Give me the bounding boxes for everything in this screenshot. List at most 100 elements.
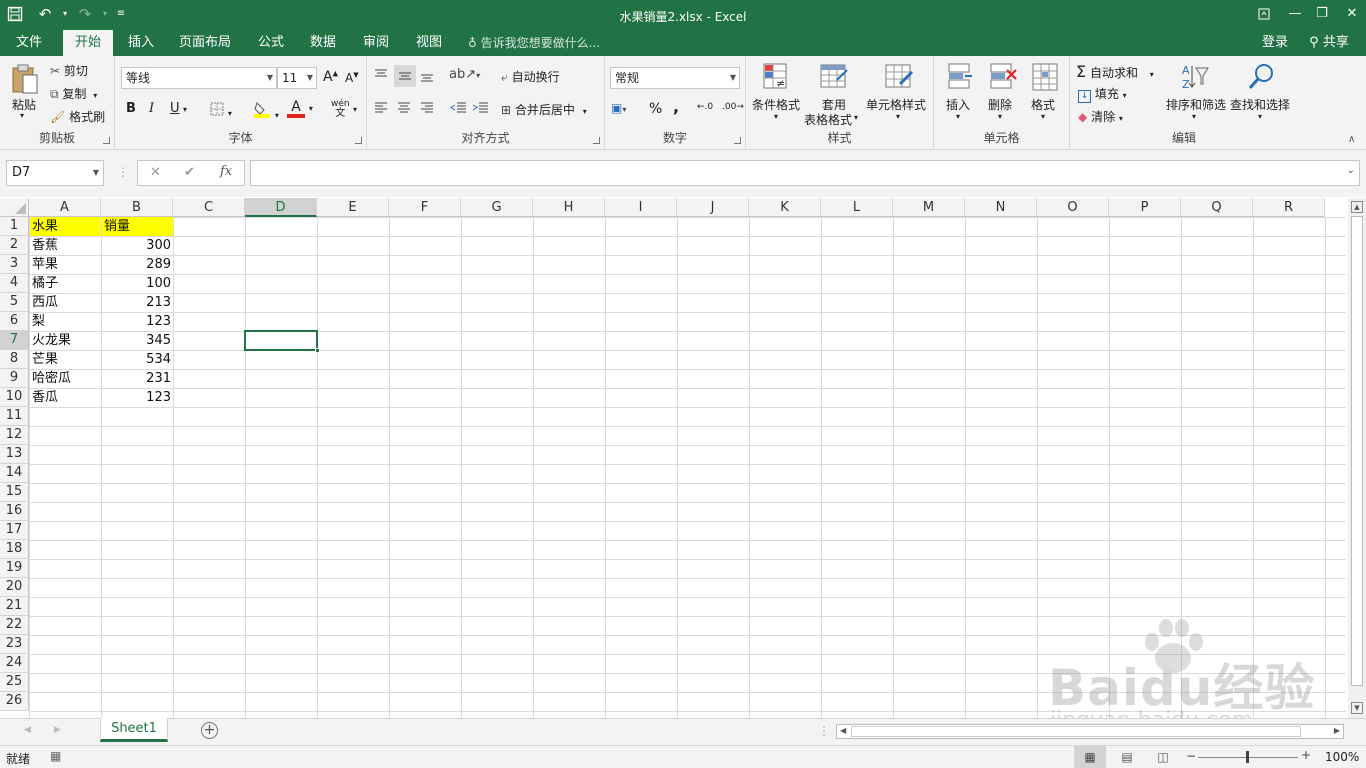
sheet-tab-sheet1[interactable]: Sheet1 — [100, 718, 168, 742]
alignment-launcher-icon[interactable] — [593, 137, 600, 144]
tab-insert[interactable]: 插入 — [117, 30, 165, 56]
font-size-select[interactable]: 11 ▼ — [277, 67, 317, 89]
column-header-c[interactable]: C — [173, 198, 245, 217]
row-header-8[interactable]: 8 — [0, 350, 29, 369]
conditional-format-button[interactable]: ≠ 条件格式 ▾ — [750, 62, 802, 126]
column-header-j[interactable]: J — [677, 198, 749, 217]
prev-sheet-icon[interactable]: ◀ — [24, 725, 31, 735]
row-header-5[interactable]: 5 — [0, 293, 29, 312]
row-header-14[interactable]: 14 — [0, 464, 29, 483]
sort-filter-button[interactable]: AZ 排序和筛选 ▾ — [1166, 62, 1226, 126]
row-header-20[interactable]: 20 — [0, 578, 29, 597]
vertical-scrollbar[interactable]: ▲ ▼ — [1348, 198, 1366, 718]
cell-b5[interactable]: 213 — [102, 293, 173, 312]
cell-b4[interactable]: 100 — [102, 274, 173, 293]
horizontal-scroll-thumb[interactable] — [851, 726, 1301, 737]
underline-button[interactable]: U — [170, 101, 180, 116]
enter-icon[interactable]: ✔ — [184, 165, 195, 180]
column-header-f[interactable]: F — [389, 198, 461, 217]
column-header-o[interactable]: O — [1037, 198, 1109, 217]
italic-button[interactable]: I — [149, 101, 154, 116]
row-header-19[interactable]: 19 — [0, 559, 29, 578]
decrease-font-icon[interactable]: A▼ — [345, 71, 359, 85]
page-layout-view-icon[interactable]: ▤ — [1114, 746, 1140, 768]
tab-data[interactable]: 数据 — [300, 30, 346, 56]
increase-decimal-icon[interactable]: ←.0 — [697, 102, 713, 112]
column-header-k[interactable]: K — [749, 198, 821, 217]
scroll-right-icon[interactable]: ▶ — [1334, 726, 1340, 735]
collapse-ribbon-icon[interactable]: ∧ — [1348, 134, 1355, 145]
phonetic-dropdown-icon[interactable]: ▾ — [353, 105, 357, 114]
cell-a10[interactable]: 香瓜 — [30, 388, 101, 407]
row-header-10[interactable]: 10 — [0, 388, 29, 407]
clipboard-launcher-icon[interactable] — [103, 137, 110, 144]
format-as-table-button[interactable]: 套用 表格格式 ▾ — [804, 62, 862, 128]
tab-view[interactable]: 视图 — [406, 30, 452, 56]
cell-a8[interactable]: 芒果 — [30, 350, 101, 369]
comma-button[interactable]: , — [673, 97, 679, 116]
cell-a2[interactable]: 香蕉 — [30, 236, 101, 255]
align-center-icon[interactable] — [396, 100, 412, 119]
row-header-4[interactable]: 4 — [0, 274, 29, 293]
row-header-17[interactable]: 17 — [0, 521, 29, 540]
number-format-select[interactable]: 常规 ▼ — [610, 67, 740, 89]
tab-formulas[interactable]: 公式 — [248, 30, 294, 56]
column-header-l[interactable]: L — [821, 198, 893, 217]
row-header-11[interactable]: 11 — [0, 407, 29, 426]
row-header-22[interactable]: 22 — [0, 616, 29, 635]
cut-button[interactable]: ✂ 剪切 — [50, 62, 88, 79]
cell-a6[interactable]: 梨 — [30, 312, 101, 331]
tab-home[interactable]: 开始 — [63, 30, 113, 56]
share-button[interactable]: ⚲ 共享 — [1298, 30, 1360, 56]
align-top-icon[interactable] — [373, 67, 389, 86]
cell-b6[interactable]: 123 — [102, 312, 173, 331]
restore-icon[interactable]: ❐ — [1310, 3, 1334, 25]
row-header-23[interactable]: 23 — [0, 635, 29, 654]
cancel-icon[interactable]: ✕ — [150, 165, 161, 180]
login-link[interactable]: 登录 — [1256, 30, 1294, 56]
insert-function-button[interactable]: fx — [220, 164, 232, 179]
tab-review[interactable]: 审阅 — [353, 30, 399, 56]
clear-button[interactable]: ◆ 清除 ▾ — [1078, 108, 1123, 125]
align-right-icon[interactable] — [419, 100, 435, 119]
row-header-7[interactable]: 7 — [0, 331, 29, 350]
paste-button[interactable]: 粘贴 ▾ — [6, 61, 42, 125]
copy-button[interactable]: ⧉ 复制 ▾ — [50, 85, 97, 102]
increase-indent-icon[interactable] — [471, 100, 489, 119]
borders-button[interactable]: ▾ — [210, 102, 232, 119]
fill-button[interactable]: ↓ 填充 ▾ — [1078, 85, 1127, 103]
align-middle-icon[interactable] — [394, 65, 416, 87]
delete-cells-button[interactable]: 删除 ▾ — [986, 62, 1018, 126]
horizontal-scrollbar[interactable]: ◀ ▶ — [836, 724, 1344, 739]
column-header-g[interactable]: G — [461, 198, 533, 217]
tab-file[interactable]: 文件 — [4, 30, 54, 56]
row-header-26[interactable]: 26 — [0, 692, 29, 711]
column-header-q[interactable]: Q — [1181, 198, 1253, 217]
format-painter-button[interactable]: 🖌 格式刷 — [50, 108, 105, 125]
column-header-b[interactable]: B — [101, 198, 173, 217]
zoom-out-icon[interactable]: − — [1186, 749, 1196, 763]
tab-split-handle-icon[interactable]: ⋮ — [818, 724, 830, 738]
row-header-16[interactable]: 16 — [0, 502, 29, 521]
column-header-m[interactable]: M — [893, 198, 965, 217]
ribbon-display-icon[interactable] — [1252, 3, 1276, 25]
cell-a1[interactable]: 水果 — [30, 217, 101, 236]
increase-font-icon[interactable]: A▲ — [323, 69, 338, 85]
row-header-1[interactable]: 1 — [0, 217, 29, 236]
font-launcher-icon[interactable] — [355, 137, 362, 144]
cell-a7[interactable]: 火龙果 — [30, 331, 101, 350]
cell-b8[interactable]: 534 — [102, 350, 173, 369]
row-header-21[interactable]: 21 — [0, 597, 29, 616]
macro-record-icon[interactable]: ▦ — [50, 749, 61, 763]
name-box[interactable]: D7 ▼ — [6, 160, 104, 186]
scroll-down-icon[interactable]: ▼ — [1351, 702, 1363, 714]
formula-input[interactable]: ⌄ — [250, 160, 1360, 186]
zoom-in-icon[interactable]: + — [1301, 748, 1311, 762]
phonetic-button[interactable]: wén 文 — [331, 100, 350, 119]
wrap-text-button[interactable]: ⤶ 自动换行 — [501, 68, 560, 85]
tab-page-layout[interactable]: 页面布局 — [172, 30, 238, 56]
row-header-18[interactable]: 18 — [0, 540, 29, 559]
percent-button[interactable]: % — [649, 101, 662, 117]
row-header-24[interactable]: 24 — [0, 654, 29, 673]
accounting-icon[interactable]: ▣▾ — [611, 101, 626, 115]
